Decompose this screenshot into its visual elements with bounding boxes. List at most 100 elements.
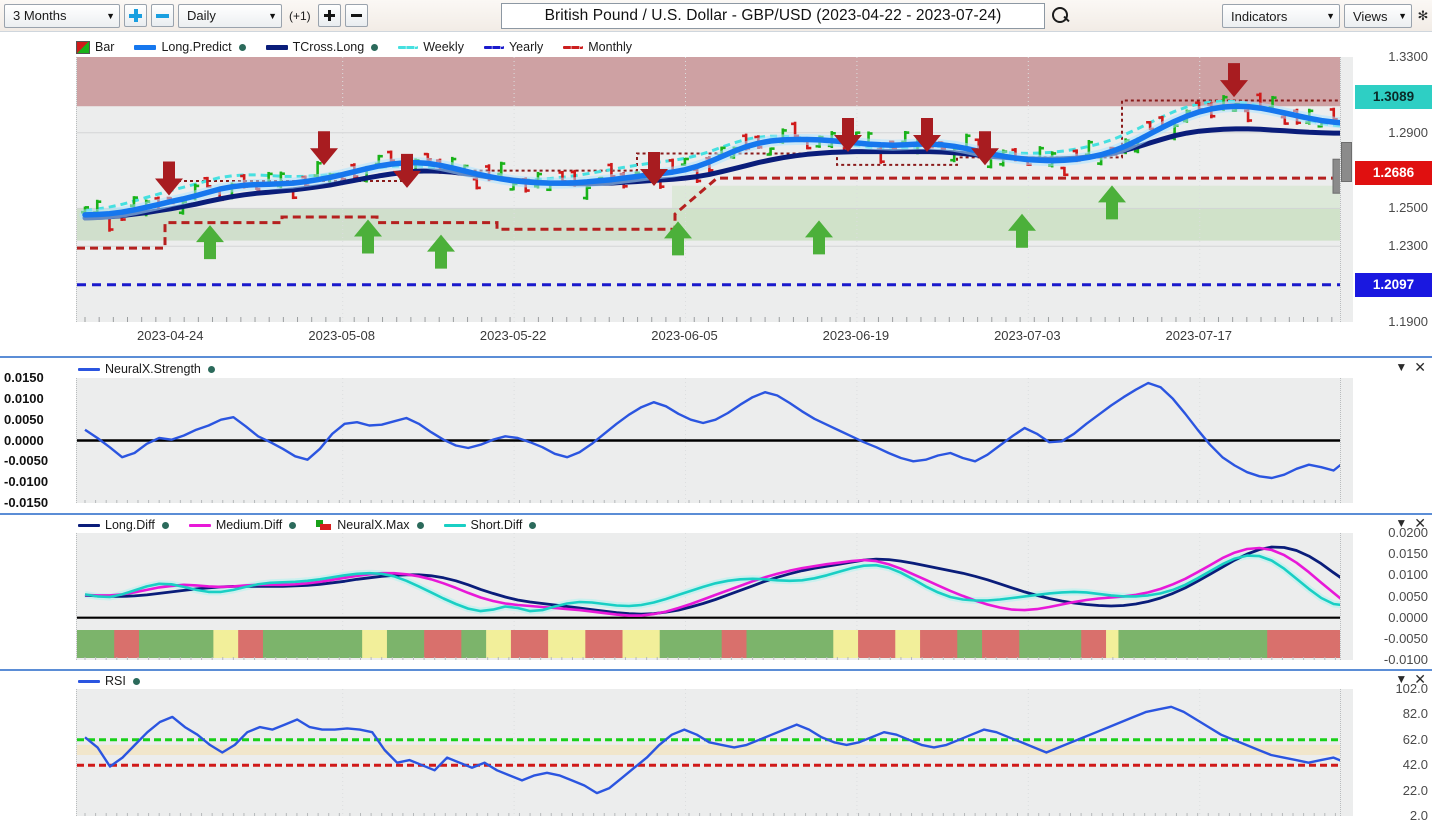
x-axis-tick: 2023-07-17 xyxy=(1165,328,1232,343)
chevron-down-icon: ▼ xyxy=(1326,11,1335,21)
rsi-vertical-scroll-track[interactable] xyxy=(1340,689,1353,816)
price-vertical-scroll-thumb[interactable] xyxy=(1341,142,1352,182)
pin-icon[interactable]: ✻ xyxy=(1416,8,1430,24)
y-axis-tick: 0.0100 xyxy=(1388,567,1428,583)
legend-item-neuralx-strength[interactable]: NeuralX.Strength xyxy=(78,362,215,376)
legend-item-rsi[interactable]: RSI xyxy=(78,674,140,688)
rsi-panel: RSI ▼ ✕ 102.0 82.0 62.0 42.0 22.0 2.0 xyxy=(0,669,1432,821)
search-icon[interactable] xyxy=(1051,6,1071,26)
offset-decrease-button[interactable] xyxy=(344,4,368,27)
rsi-legend: RSI xyxy=(78,674,140,688)
panel-menu-caret-icon[interactable]: ▼ xyxy=(1395,517,1407,529)
legend-label: Short.Diff xyxy=(470,518,523,532)
legend-item-bar[interactable]: Bar xyxy=(76,40,114,54)
diff-plot-area[interactable] xyxy=(76,533,1353,660)
range-select[interactable]: 3 Months ▼ xyxy=(4,3,120,28)
diff-panel: Long.Diff Medium.Diff NeuralX.Max Short.… xyxy=(0,513,1432,669)
line-swatch-icon xyxy=(188,523,211,527)
signal-strip-segment xyxy=(213,630,239,658)
legend-status-dot-icon xyxy=(416,521,424,529)
panel-close-icon[interactable]: ✕ xyxy=(1414,672,1426,686)
sell-signal-arrow xyxy=(155,161,183,196)
chevron-down-icon: ▼ xyxy=(106,10,115,21)
y-axis-tick: 0.0150 xyxy=(4,370,44,385)
signal-strip-segment xyxy=(1019,630,1082,658)
signal-strip-segment xyxy=(721,630,748,658)
offset-increase-button[interactable] xyxy=(317,4,341,27)
rsi-series-svg xyxy=(77,689,1352,816)
symbol-search-group: British Pound / U.S. Dollar - GBP/USD (2… xyxy=(501,3,1071,29)
legend-item-medium-diff[interactable]: Medium.Diff xyxy=(188,518,297,532)
diff-y-axis: 0.0200 0.0150 0.0100 0.0050 0.0000 -0.0050 -0.… xyxy=(1355,525,1432,667)
y-axis-tick: 1.2300 xyxy=(1388,238,1428,254)
y-axis-tick: 22.0 xyxy=(1402,782,1428,798)
legend-item-long-diff[interactable]: Long.Diff xyxy=(78,518,169,532)
neuralx-plot-area[interactable] xyxy=(76,378,1353,503)
price-x-axis: 2023-04-24 2023-05-08 2023-05-22 2023-06-05… xyxy=(0,328,1432,350)
signal-strip-segment xyxy=(77,630,115,658)
legend-item-tcross-long[interactable]: TCross.Long xyxy=(265,40,379,54)
y-axis-tick: -0.0100 xyxy=(1383,652,1428,667)
interval-select[interactable]: Daily ▼ xyxy=(178,3,282,28)
signal-strip-segment xyxy=(138,630,214,658)
line-swatch-icon xyxy=(443,523,466,527)
line-swatch-icon xyxy=(265,44,288,50)
line-swatch-icon xyxy=(134,44,157,50)
signal-strip-segment xyxy=(1106,630,1120,658)
legend-label: TCross.Long xyxy=(292,40,365,54)
legend-status-dot-icon xyxy=(529,521,537,529)
panel-divider xyxy=(0,356,1432,358)
signal-strip-segment xyxy=(858,630,896,658)
panel-menu-caret-icon[interactable]: ▼ xyxy=(1395,361,1407,373)
range-zoom-out-button[interactable] xyxy=(151,4,174,27)
x-axis-tick: 2023-06-05 xyxy=(651,328,718,343)
signal-strip-segment xyxy=(957,630,983,658)
y-axis-tick: 1.1900 xyxy=(1388,314,1428,329)
legend-item-neuralx-max[interactable]: NeuralX.Max xyxy=(316,518,424,532)
neuralx-vertical-scroll-track[interactable] xyxy=(1340,378,1353,503)
panel-divider xyxy=(0,513,1432,515)
y-axis-tick: -0.0100 xyxy=(4,474,49,490)
panel-close-icon[interactable]: ✕ xyxy=(1414,360,1426,374)
dashed-line-swatch-icon xyxy=(398,45,419,49)
diff-vertical-scroll-track[interactable] xyxy=(1340,533,1353,660)
neuralx-strength-legend: NeuralX.Strength xyxy=(78,362,215,376)
legend-item-yearly[interactable]: Yearly xyxy=(483,40,544,54)
line-swatch-icon xyxy=(78,679,100,683)
legend-label: Yearly xyxy=(508,40,544,54)
legend-label: Long.Predict xyxy=(161,40,232,54)
sell-signal-arrow xyxy=(310,131,338,166)
range-zoom-in-button[interactable] xyxy=(124,4,147,27)
rsi-plot-area[interactable] xyxy=(76,689,1353,816)
chevron-down-icon: ▼ xyxy=(1398,11,1407,21)
panel-close-icon[interactable]: ✕ xyxy=(1414,516,1426,530)
y-axis-tick: 0.0000 xyxy=(4,432,44,448)
y-axis-tick: 1.2500 xyxy=(1388,200,1428,216)
x-axis-tick: 2023-05-08 xyxy=(308,328,375,343)
signal-strip-segment xyxy=(386,630,425,658)
signal-strip-segment xyxy=(1081,630,1107,658)
price-vertical-scroll-track[interactable] xyxy=(1340,57,1353,322)
offset-label: (+1) xyxy=(289,8,311,23)
toolbar-right-group: Indicators ▼ Views ▼ ✻ xyxy=(1222,4,1430,28)
price-plot-area[interactable] xyxy=(76,57,1353,322)
legend-item-long-predict[interactable]: Long.Predict xyxy=(134,40,246,54)
legend-item-short-diff[interactable]: Short.Diff xyxy=(443,518,537,532)
panel-menu-caret-icon[interactable]: ▼ xyxy=(1395,673,1407,685)
y-axis-tick: -0.0050 xyxy=(4,453,49,469)
indicators-dropdown[interactable]: Indicators ▼ xyxy=(1222,4,1340,28)
y-axis-tick: 0.0000 xyxy=(1388,609,1428,625)
legend-item-monthly[interactable]: Monthly xyxy=(563,40,632,54)
symbol-input[interactable]: British Pound / U.S. Dollar - GBP/USD (2… xyxy=(501,3,1045,29)
dashed-line-swatch-icon xyxy=(483,45,504,49)
y-axis-tick: 82.0 xyxy=(1402,706,1428,722)
views-dropdown[interactable]: Views ▼ xyxy=(1344,4,1412,28)
legend-item-weekly[interactable]: Weekly xyxy=(398,40,464,54)
y-axis-tick: 1.2900 xyxy=(1388,124,1428,140)
neuralx-strength-panel: NeuralX.Strength ▼ ✕ 0.0150 0.0100 0.0050 0… xyxy=(0,356,1432,513)
signal-strip-segment xyxy=(920,630,958,658)
signal-strip-segment xyxy=(982,630,1020,658)
legend-status-dot-icon xyxy=(207,365,215,373)
neuralx-max-icon xyxy=(316,519,332,531)
signal-strip-segment xyxy=(622,630,661,658)
